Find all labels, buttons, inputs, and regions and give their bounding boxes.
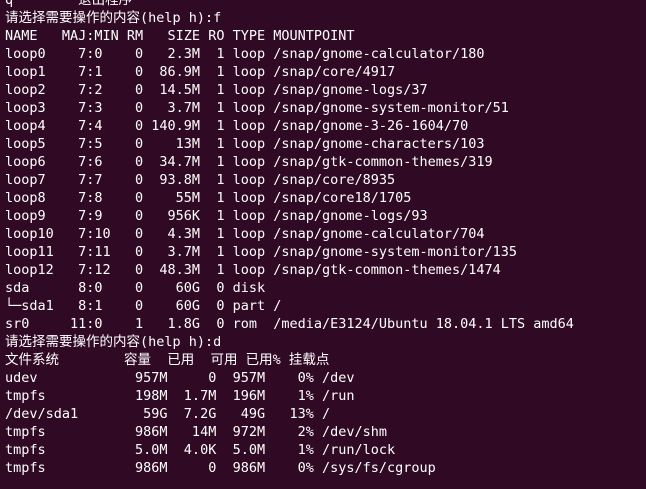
lsblk-row: loop4 7:4 0 140.9M 1 loop /snap/gnome-3-… bbox=[5, 118, 469, 134]
lsblk-row: loop2 7:2 0 14.5M 1 loop /snap/gnome-log… bbox=[5, 82, 428, 98]
lsblk-row: sda 8:0 0 60G 0 disk bbox=[5, 280, 266, 296]
prompt-line: 请选择需要操作的内容(help h):f bbox=[5, 10, 222, 26]
lsblk-header: NAME MAJ:MIN RM SIZE RO TYPE MOUNTPOINT bbox=[5, 28, 355, 44]
df-row: tmpfs 5.0M 4.0K 5.0M 1% /run/lock bbox=[5, 442, 396, 458]
lsblk-row: loop9 7:9 0 956K 1 loop /snap/gnome-logs… bbox=[5, 208, 428, 224]
lsblk-row: loop10 7:10 0 4.3M 1 loop /snap/gnome-ca… bbox=[5, 226, 485, 242]
df-header: 文件系统 容量 已用 可用 已用% 挂载点 bbox=[5, 352, 330, 368]
df-row: tmpfs 198M 1.7M 196M 1% /run bbox=[5, 388, 355, 404]
lsblk-row: └─sda1 8:1 0 60G 0 part / bbox=[5, 298, 282, 314]
lsblk-row: loop7 7:7 0 93.8M 1 loop /snap/core/8935 bbox=[5, 172, 396, 188]
lsblk-row: loop12 7:12 0 48.3M 1 loop /snap/gtk-com… bbox=[5, 262, 501, 278]
lsblk-row: loop0 7:0 0 2.3M 1 loop /snap/gnome-calc… bbox=[5, 46, 485, 62]
df-row: udev 957M 0 957M 0% /dev bbox=[5, 370, 355, 386]
lsblk-row: loop11 7:11 0 3.7M 1 loop /snap/gnome-sy… bbox=[5, 244, 518, 260]
lsblk-row: loop3 7:3 0 3.7M 1 loop /snap/gnome-syst… bbox=[5, 100, 509, 116]
lsblk-row: loop5 7:5 0 13M 1 loop /snap/gnome-chara… bbox=[5, 136, 485, 152]
df-row: tmpfs 986M 0 986M 0% /sys/fs/cgroup bbox=[5, 460, 436, 476]
lsblk-row: loop8 7:8 0 55M 1 loop /snap/core18/1705 bbox=[5, 190, 412, 206]
df-row: /dev/sda1 59G 7.2G 49G 13% / bbox=[5, 406, 331, 422]
lsblk-row: loop1 7:1 0 86.9M 1 loop /snap/core/4917 bbox=[5, 64, 396, 80]
prompt-line: 请选择需要操作的内容(help h):d bbox=[5, 334, 222, 350]
terminal-window[interactable]: q 退出程序 请选择需要操作的内容(help h):f NAME MAJ:MIN… bbox=[0, 0, 646, 489]
lsblk-row: loop6 7:6 0 34.7M 1 loop /snap/gtk-commo… bbox=[5, 154, 493, 170]
df-row: tmpfs 986M 14M 972M 2% /dev/shm bbox=[5, 424, 388, 440]
lsblk-row: sr0 11:0 1 1.8G 0 rom /media/E3124/Ubunt… bbox=[5, 316, 574, 332]
menu-option-quit: q 退出程序 bbox=[5, 0, 133, 8]
